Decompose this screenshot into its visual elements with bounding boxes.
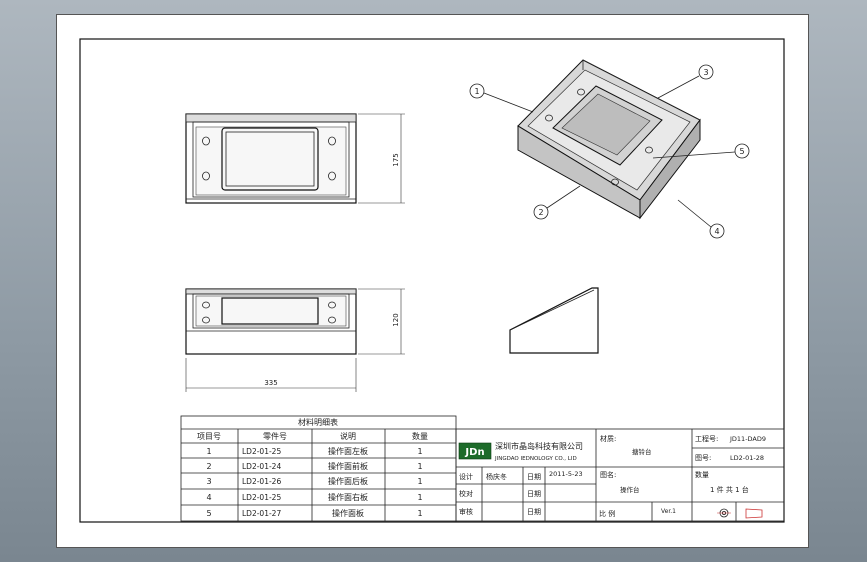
bom-row-desc: 操作面左板 xyxy=(328,446,368,456)
front-view xyxy=(185,113,357,204)
svg-text:4: 4 xyxy=(714,227,719,236)
bom-row-qty: 1 xyxy=(417,509,422,518)
approve-label: 审核 xyxy=(459,507,473,516)
bom-row-qty: 1 xyxy=(417,477,422,486)
bom-table: 材料明细表 项目号 零件号 说明 数量 1 LD2-01-25 操作面左板 1 … xyxy=(180,415,457,522)
svg-text:1: 1 xyxy=(474,87,479,96)
bom-row-item: 1 xyxy=(206,447,211,456)
front-height-dimension: 175 xyxy=(358,113,405,204)
svg-text:3: 3 xyxy=(703,68,708,77)
projection-symbol xyxy=(717,508,763,519)
bom-row-part: LD2-01-26 xyxy=(242,477,281,486)
svg-text:2: 2 xyxy=(538,208,543,217)
scale-label: 比 例 xyxy=(599,509,615,518)
bom-row-desc: 操作面后板 xyxy=(328,476,368,486)
material-value: 搪铃台 xyxy=(632,447,652,456)
drawing-name-label: 图名: xyxy=(600,470,616,479)
bom-row-qty: 1 xyxy=(417,462,422,471)
designer-name: 杨庆冬 xyxy=(486,472,507,481)
bom-row-item: 5 xyxy=(206,509,211,518)
balloon-3: 3 xyxy=(657,64,714,99)
drawing-no-value: LD2-01-28 xyxy=(730,454,764,462)
date-label-2: 日期 xyxy=(527,490,541,498)
bom-row-qty: 1 xyxy=(417,493,422,502)
bom-header-qty: 数量 xyxy=(412,431,428,441)
bom-row-part: LD2-01-24 xyxy=(242,462,281,471)
check-label: 校对 xyxy=(459,489,473,498)
side-view xyxy=(509,287,599,354)
company-name-en: JINGDAO IEDNOLOGY CO., LID xyxy=(494,456,577,462)
drawing-canvas: 175 120 335 1 2 3 4 5 材料明细表 项目号 零件号 说明 数… xyxy=(79,38,785,523)
design-label: 设计 xyxy=(459,472,473,481)
project-value: JD11-DAD9 xyxy=(729,435,766,443)
dimension-335: 335 xyxy=(264,379,277,387)
bom-row-item: 2 xyxy=(206,462,211,471)
company-name-cn: 深圳市晶岛科技有限公司 xyxy=(495,441,583,451)
balloon-2: 2 xyxy=(533,185,581,220)
dimension-120: 120 xyxy=(392,313,400,326)
drawing-no-label: 图号: xyxy=(695,454,711,462)
date-label: 日期 xyxy=(527,473,541,481)
dimension-175: 175 xyxy=(392,153,400,166)
bom-header-item: 项目号 xyxy=(197,432,221,441)
bom-row-desc: 操作面板 xyxy=(332,508,364,518)
project-label: 工程号: xyxy=(695,434,718,443)
bom-row-item: 3 xyxy=(206,477,211,486)
bom-row-part: LD2-01-25 xyxy=(242,447,281,456)
bom-header-desc: 说明 xyxy=(340,431,356,441)
bom-header-part: 零件号 xyxy=(263,431,287,441)
bom-row-item: 4 xyxy=(206,493,211,502)
bom-row-qty: 1 xyxy=(417,447,422,456)
bom-row-part: LD2-01-27 xyxy=(242,509,281,518)
bom-row-desc: 操作面右板 xyxy=(328,492,368,502)
date-label-3: 日期 xyxy=(527,508,541,516)
quantity-value: 1 件 共 1 台 xyxy=(710,485,749,494)
width-dimension: 335 xyxy=(185,358,357,392)
version-label: Ver.1 xyxy=(661,508,676,515)
top-view xyxy=(185,288,357,355)
bom-row-desc: 操作面前板 xyxy=(328,461,368,471)
material-label: 材质: xyxy=(600,434,616,443)
title-block: JDn 深圳市晶岛科技有限公司 JINGDAO IEDNOLOGY CO., L… xyxy=(455,428,785,522)
company-logo-text: JDn xyxy=(464,447,484,458)
svg-text:5: 5 xyxy=(739,147,744,156)
isometric-view xyxy=(517,59,701,220)
top-height-dimension: 120 xyxy=(358,288,405,355)
quantity-label: 数量 xyxy=(695,470,709,479)
date-value: 2011-5-23 xyxy=(549,470,583,478)
drawing-name-value: 操作台 xyxy=(620,485,640,494)
bom-title: 材料明细表 xyxy=(298,417,338,427)
bom-row-part: LD2-01-25 xyxy=(242,493,281,502)
balloon-4: 4 xyxy=(677,199,725,239)
balloon-1: 1 xyxy=(469,83,534,113)
